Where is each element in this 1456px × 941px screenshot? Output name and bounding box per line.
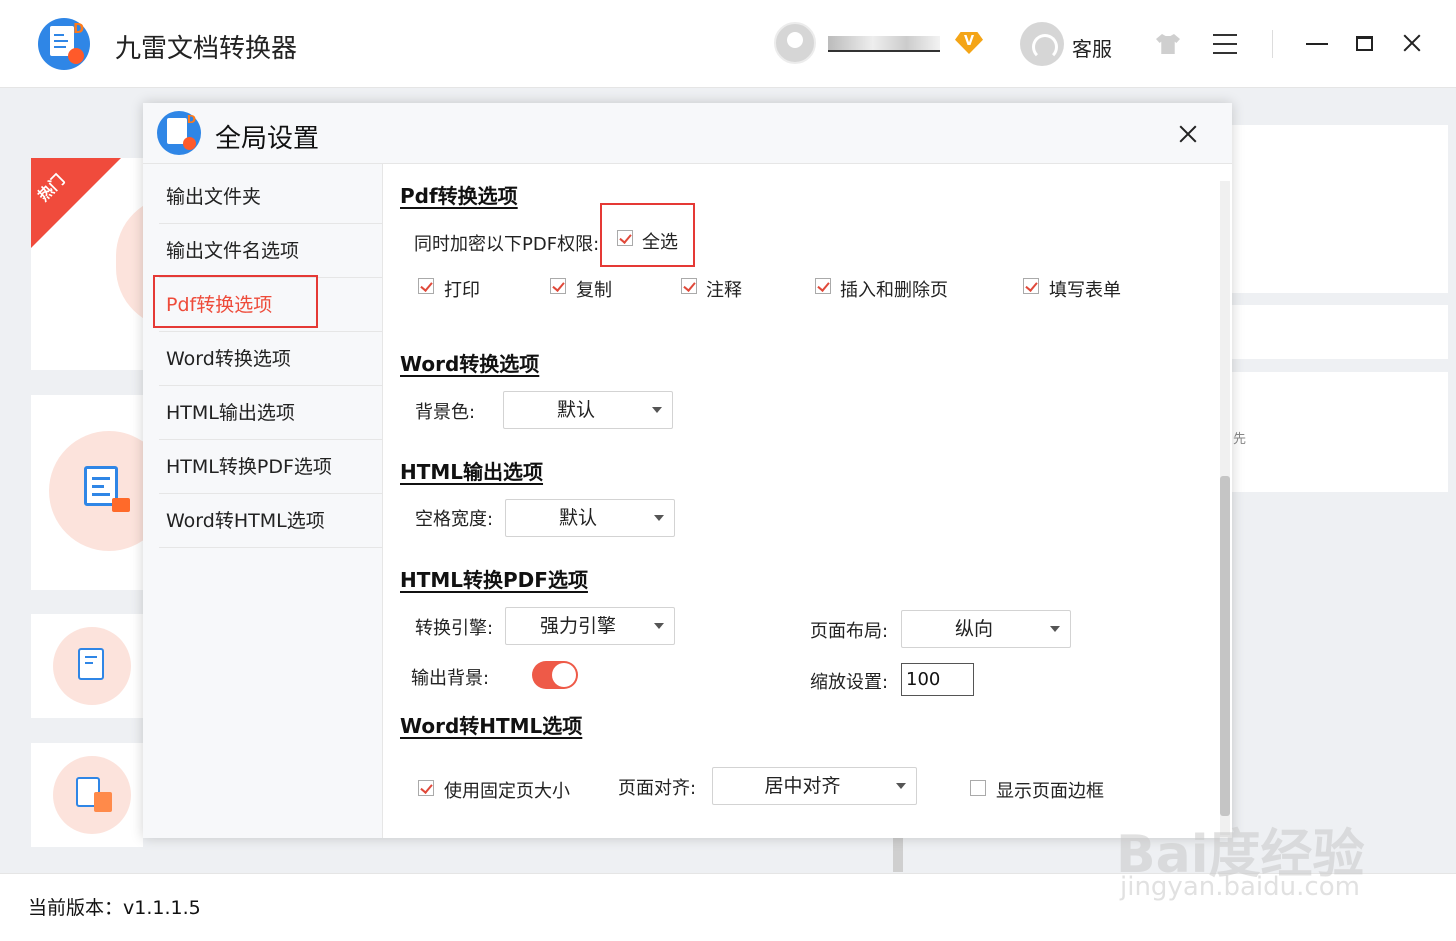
bg-color-label: 背景色: [415,402,476,423]
app-logo-letter: D [73,22,84,37]
headset-icon[interactable] [1020,22,1064,66]
output-bg-label: 输出背景: [411,668,490,689]
menu-icon[interactable] [1213,34,1237,54]
perm-pages-checkbox[interactable] [815,278,831,294]
title-divider [1272,30,1273,58]
zoom-label: 缩放设置: [810,672,889,693]
word-section-title: Word转换选项 [400,352,540,376]
encrypt-label: 同时加密以下PDF权限: [414,234,600,255]
global-settings-dialog: D 全局设置 输出文件夹 输出文件名选项 Pdf转换选项 Word转换选项 HT… [143,103,1232,838]
dialog-logo-icon: D [157,111,201,155]
settings-nav: 输出文件夹 输出文件名选项 Pdf转换选项 Word转换选项 HTML输出选项 … [143,164,383,838]
perm-annotate-label[interactable]: 注释 [706,276,742,302]
space-width-value: 默认 [558,507,597,529]
close-window-icon[interactable] [1401,32,1423,54]
maximize-icon[interactable] [1356,36,1373,51]
space-width-select[interactable]: 默认 [505,499,675,537]
dialog-logo-letter: D [186,113,196,126]
perm-copy-checkbox[interactable] [550,278,566,294]
perm-annotate-checkbox[interactable] [681,278,697,294]
page-align-select[interactable]: 居中对齐 [712,767,917,805]
right-panel-card [1232,125,1448,293]
space-width-label: 空格宽度: [415,509,494,530]
nav-html-output[interactable]: HTML输出选项 [159,386,382,440]
bg-scrollbar[interactable] [893,838,903,872]
perm-copy-label[interactable]: 复制 [576,276,612,302]
right-panel-card [1232,305,1448,359]
nav-output-filename[interactable]: 输出文件名选项 [159,224,382,278]
word-html-section-title: Word转HTML选项 [400,714,583,738]
show-border-label[interactable]: 显示页面边框 [996,777,1104,803]
layout-select[interactable]: 纵向 [901,610,1071,648]
doc-convert-icon [94,792,112,812]
nav-word-to-html[interactable]: Word转HTML选项 [159,494,382,548]
perm-print-label[interactable]: 打印 [444,276,480,302]
title-bar: D 九雷文档转换器 V 客服 [0,0,1456,88]
dialog-title: 全局设置 [215,124,320,154]
output-bg-toggle[interactable] [532,661,578,689]
fixed-page-size-checkbox[interactable] [418,780,434,796]
engine-value: 强力引擎 [539,615,616,637]
page-align-value: 居中对齐 [764,775,841,797]
engine-select[interactable]: 强力引擎 [505,607,675,645]
user-avatar[interactable] [774,22,816,64]
perm-print-checkbox[interactable] [418,278,434,294]
fixed-page-size-label[interactable]: 使用固定页大小 [444,777,570,803]
nav-word-options[interactable]: Word转换选项 [159,332,382,386]
show-border-checkbox[interactable] [970,780,986,796]
html-output-section-title: HTML输出选项 [400,460,544,484]
lock-icon [112,498,130,512]
page-align-label: 页面对齐: [618,778,697,799]
watermark-url: jingyan.baidu.com [1120,872,1360,902]
skin-shirt-icon[interactable] [1156,34,1180,54]
chevron-down-icon [654,623,664,629]
app-logo-icon: D [38,18,90,70]
minimize-icon[interactable] [1306,43,1328,45]
version-label: 当前版本：v1.1.1.5 [28,897,201,919]
dialog-header: D 全局设置 [143,103,1232,164]
perm-pages-label[interactable]: 插入和删除页 [840,276,948,302]
app-title: 九雷文档转换器 [115,34,298,64]
zoom-input[interactable]: 100 [901,663,974,696]
nav-output-folder[interactable]: 输出文件夹 [159,170,382,224]
vip-badge-icon[interactable]: V [955,32,983,54]
bg-color-select[interactable]: 默认 [503,391,673,429]
right-panel-card [1232,372,1448,492]
chevron-down-icon [652,407,662,413]
dialog-close-icon[interactable] [1177,123,1199,145]
doc-scissors-icon [78,648,104,680]
nav-html-to-pdf[interactable]: HTML转换PDF选项 [159,440,382,494]
chevron-down-icon [896,783,906,789]
chevron-down-icon [1050,626,1060,632]
nav-selection-highlight [153,275,318,328]
html-pdf-section-title: HTML转换PDF选项 [400,568,588,592]
bg-text-fragment: 先 [1233,432,1247,447]
engine-label: 转换引擎: [415,618,494,639]
layout-label: 页面布局: [810,621,889,642]
pdf-section-title: Pdf转换选项 [400,184,518,208]
bg-color-value: 默认 [556,399,595,421]
perm-forms-checkbox[interactable] [1023,278,1039,294]
chevron-down-icon [654,515,664,521]
dialog-scrollbar-thumb[interactable] [1220,476,1230,816]
username-redacted[interactable] [828,36,940,52]
layout-value: 纵向 [954,618,993,640]
settings-content: Pdf转换选项 同时加密以下PDF权限: 全选 打印 复制 注释 插入和删除页 … [384,164,1232,838]
support-link[interactable]: 客服 [1072,33,1112,62]
perm-forms-label[interactable]: 填写表单 [1049,276,1121,302]
select-all-highlight [600,203,695,267]
